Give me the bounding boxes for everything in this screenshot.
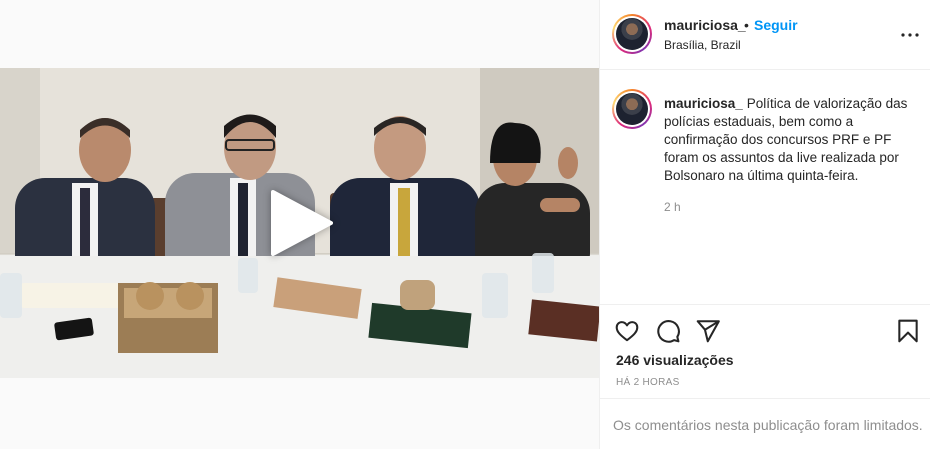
share-button[interactable] <box>695 318 721 344</box>
play-icon <box>271 190 333 256</box>
caption: mauriciosa_ Política de valorização das p… <box>664 95 920 185</box>
like-button[interactable] <box>614 318 640 344</box>
caption-avatar[interactable] <box>612 89 652 129</box>
heart-icon <box>615 321 639 342</box>
post-sidebar: mauriciosa_ • Seguir Brasília, Brazil ma… <box>599 0 930 449</box>
comment-button[interactable] <box>655 318 681 344</box>
post-header: mauriciosa_ • Seguir Brasília, Brazil <box>600 0 930 70</box>
comments-limited-notice: Os comentários nesta publicação foram li… <box>600 398 930 449</box>
more-options-button[interactable] <box>898 23 922 47</box>
caption-timestamp[interactable]: 2 h <box>664 200 681 214</box>
post-timestamp[interactable]: HÁ 2 HORAS <box>616 377 680 388</box>
more-options-icon <box>901 33 919 37</box>
comment-icon <box>657 320 680 343</box>
location-link[interactable]: Brasília, Brazil <box>664 38 741 52</box>
play-button[interactable] <box>265 188 335 258</box>
follow-button[interactable]: Seguir <box>754 17 798 33</box>
save-button[interactable] <box>895 318 921 344</box>
action-bar <box>600 310 930 350</box>
separator-dot: • <box>744 17 749 33</box>
video-player[interactable] <box>0 68 599 378</box>
media-pane <box>0 0 599 449</box>
avatar[interactable] <box>612 14 652 54</box>
view-count[interactable]: 246 visualizações <box>616 352 734 368</box>
username-link[interactable]: mauriciosa_ <box>664 17 746 33</box>
caption-username-link[interactable]: mauriciosa_ <box>664 96 743 111</box>
bookmark-icon <box>898 319 918 343</box>
caption-section: mauriciosa_ Política de valorização das p… <box>600 71 930 305</box>
paper-plane-icon <box>696 320 720 343</box>
